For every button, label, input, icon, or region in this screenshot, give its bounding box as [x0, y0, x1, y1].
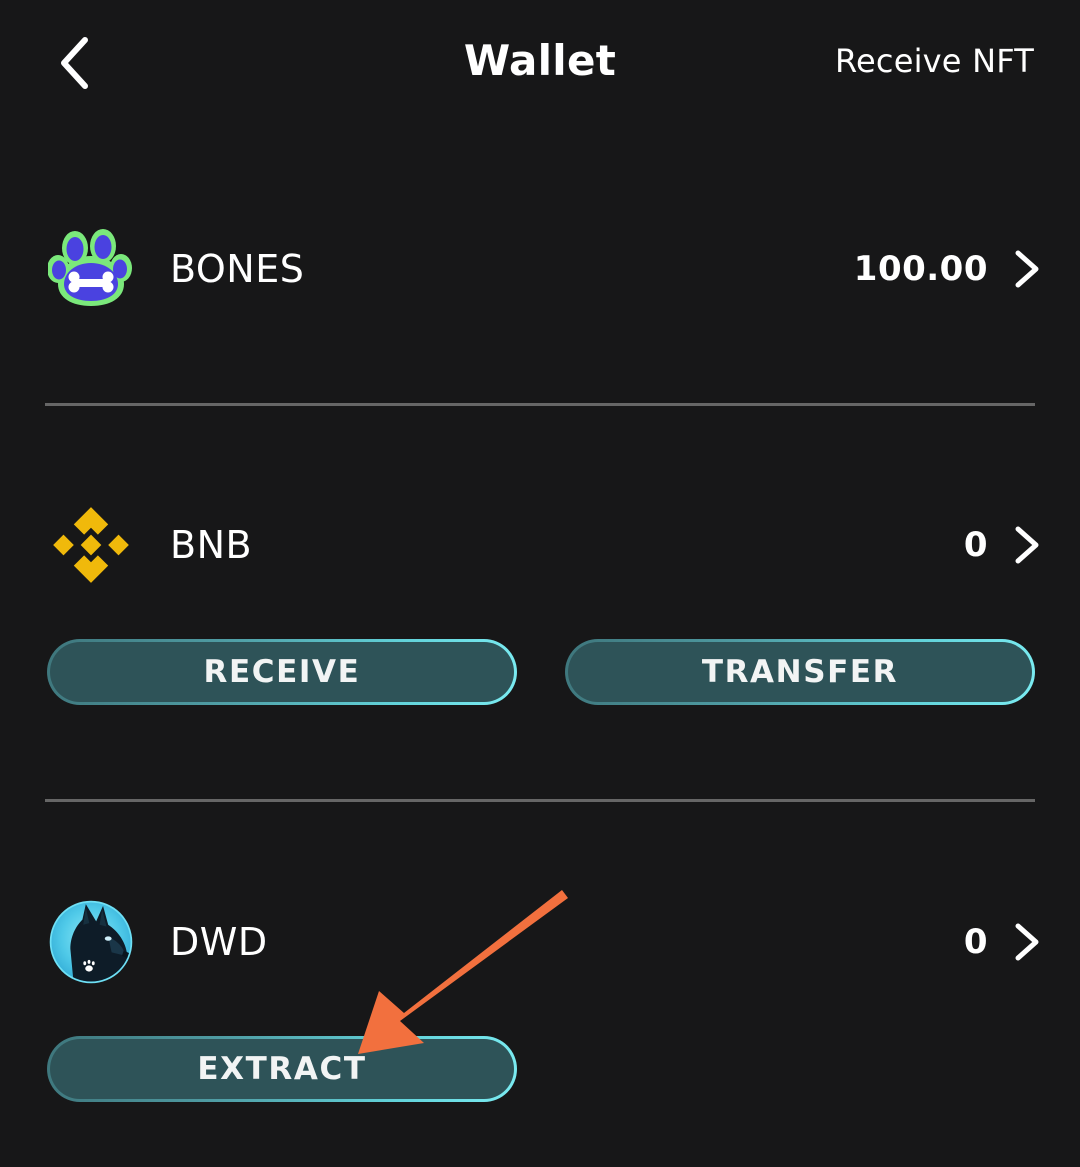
token-symbol: DWD [170, 920, 268, 964]
receive-button-label: RECEIVE [203, 654, 361, 690]
token-symbol: BONES [170, 247, 305, 291]
binance-icon [48, 502, 134, 588]
divider [45, 403, 1035, 406]
receive-button[interactable]: RECEIVE [47, 639, 517, 705]
receive-nft-button[interactable]: Receive NFT [835, 42, 1034, 80]
token-symbol: BNB [170, 523, 253, 567]
token-row[interactable]: BNB 0 [0, 502, 1080, 588]
transfer-button-label: TRANSFER [701, 654, 899, 690]
chevron-right-icon[interactable] [1010, 525, 1044, 565]
extract-button[interactable]: EXTRACT [47, 1036, 517, 1102]
token-row[interactable]: BONES 100.00 [0, 226, 1080, 312]
dog-head-icon [48, 899, 134, 985]
token-balance: 0 [963, 922, 988, 962]
extract-button-label: EXTRACT [197, 1051, 367, 1087]
token-balance: 100.00 [853, 249, 988, 289]
transfer-button[interactable]: TRANSFER [565, 639, 1035, 705]
paw-bone-icon [47, 226, 134, 312]
token-row[interactable]: DWD 0 [0, 899, 1080, 985]
token-balance: 0 [963, 525, 988, 565]
chevron-right-icon[interactable] [1010, 249, 1044, 289]
chevron-right-icon[interactable] [1010, 922, 1044, 962]
app-header: Wallet Receive NFT [0, 0, 1080, 128]
divider [45, 799, 1035, 802]
